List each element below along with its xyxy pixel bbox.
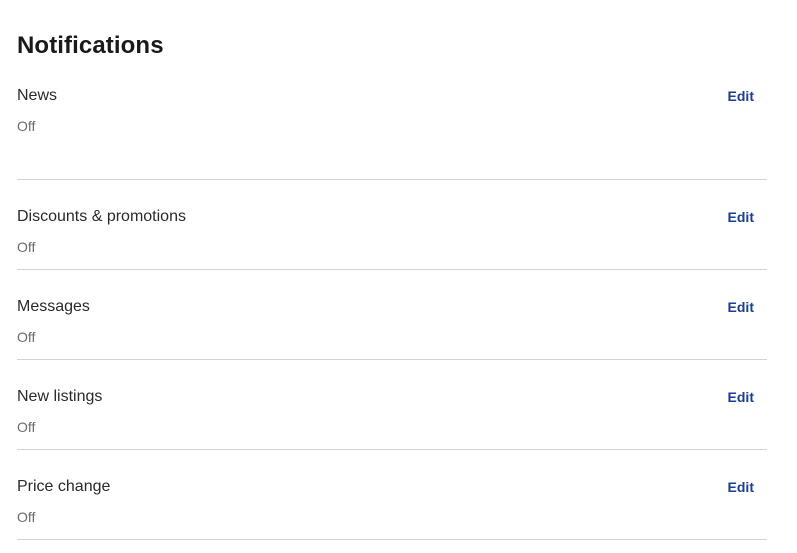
notification-status: Off <box>17 118 36 134</box>
notification-label: New listings <box>17 388 103 405</box>
notification-status: Off <box>17 419 36 435</box>
edit-price-change-button[interactable]: Edit <box>728 477 754 497</box>
notification-label: Discounts & promotions <box>17 208 186 225</box>
notification-label: News <box>17 87 58 104</box>
notification-status: Off <box>17 239 36 255</box>
page-title: Notifications <box>17 32 164 59</box>
notification-row-discounts-promotions: Discounts & promotions Off Edit <box>17 180 767 270</box>
notification-row-price-change: Price change Off Edit <box>17 450 767 540</box>
edit-messages-button[interactable]: Edit <box>728 297 754 317</box>
notification-row-new-listings: New listings Off Edit <box>17 360 767 450</box>
notification-row-news: News Off Edit <box>17 87 767 180</box>
edit-discounts-promotions-button[interactable]: Edit <box>728 207 754 227</box>
notification-status: Off <box>17 329 36 345</box>
edit-news-button[interactable]: Edit <box>728 86 754 106</box>
edit-new-listings-button[interactable]: Edit <box>728 387 754 407</box>
notification-row-messages: Messages Off Edit <box>17 270 767 360</box>
notification-status: Off <box>17 509 36 525</box>
notification-settings-list: News Off Edit Discounts & promotions Off… <box>17 87 767 540</box>
notification-label: Messages <box>17 298 90 315</box>
notifications-page: Notifications News Off Edit Discounts & … <box>0 0 767 540</box>
notification-label: Price change <box>17 478 111 495</box>
